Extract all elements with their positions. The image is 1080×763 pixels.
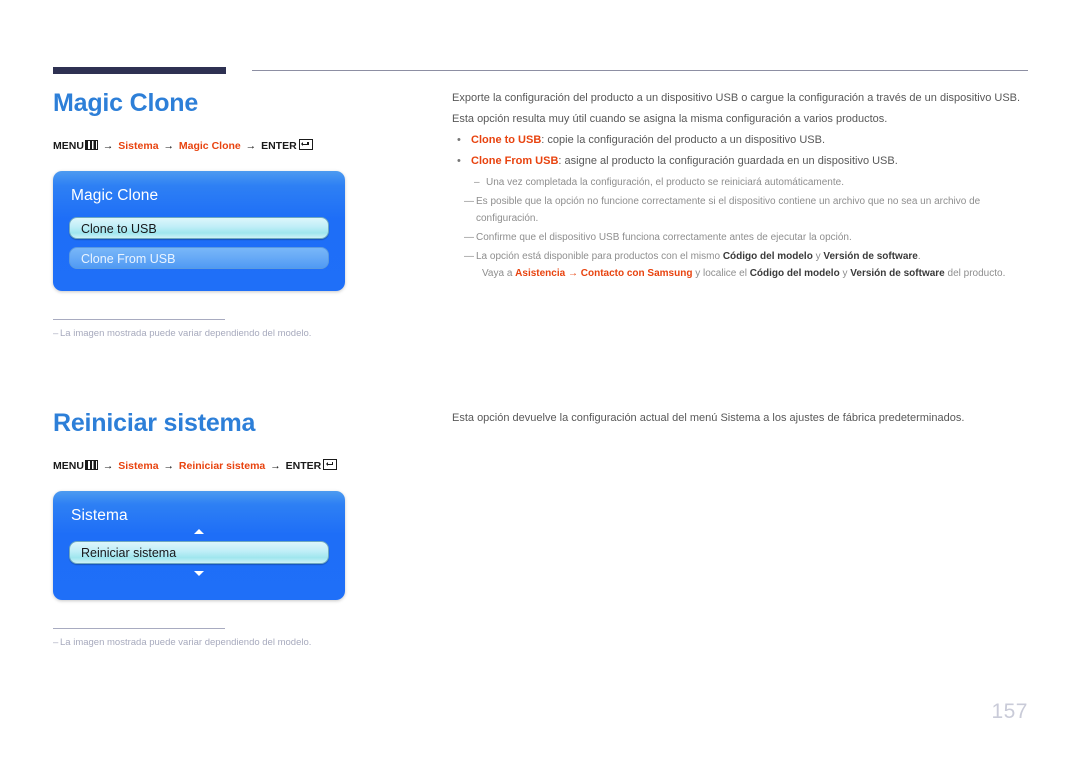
note-line2-d: y localice el [692, 268, 750, 279]
note-term-model-code-2: Código del modelo [749, 268, 840, 279]
bullet-term: Clone From USB [471, 155, 559, 167]
menu-path-reiniciar-sistema: MENU → Sistema → Reiniciar sistema → ENT… [53, 459, 433, 473]
breadcrumb-sistema: Sistema [118, 460, 159, 472]
note-text: La opción está disponible para productos… [476, 248, 1032, 282]
bullet-marker: • [457, 155, 461, 167]
note-line1-a: La opción está disponible para productos… [476, 251, 723, 262]
osd-item-reiniciar-sistema[interactable]: Reiniciar sistema [69, 541, 329, 564]
note-marker: — [464, 232, 474, 243]
note-line2-a: Vaya a [482, 268, 516, 279]
note-text: Confirme que el dispositivo USB funciona… [476, 232, 852, 243]
osd-panel-title: Magic Clone [71, 187, 159, 204]
enter-label: ENTER [261, 140, 297, 152]
osd-panel-title: Sistema [71, 507, 128, 524]
note-term-model-code: Código del modelo [722, 251, 813, 262]
footnote-divider [53, 319, 225, 320]
breadcrumb-magic-clone: Magic Clone [178, 140, 241, 152]
reiniciar-left-column: Reiniciar sistema MENU → Sistema → Reini… [53, 408, 433, 649]
note-term-asistencia: Asistencia [515, 268, 566, 279]
menu-bars-icon [84, 140, 98, 150]
bullet-rest: : asigne al producto la configuración gu… [558, 155, 898, 167]
path-arrow-3: → [245, 140, 257, 152]
note-term-contacto-samsung: Contacto con Samsung [580, 268, 693, 279]
osd-item-clone-from-usb[interactable]: Clone From USB [69, 247, 329, 269]
note-marker: — [464, 251, 474, 262]
header-rule [0, 0, 1080, 80]
enter-return-icon [323, 459, 338, 470]
breadcrumb-sistema: Sistema [118, 140, 159, 152]
menu-label: MENU [53, 460, 84, 472]
note-text: Es posible que la opción no funcione cor… [476, 196, 981, 224]
menu-label: MENU [53, 140, 84, 152]
menu-path-magic-clone: MENU → Sistema → Magic Clone → ENTER [53, 139, 433, 153]
footnote-body: La imagen mostrada puede variar dependie… [60, 637, 312, 648]
page-title-reiniciar-sistema: Reiniciar sistema [53, 409, 256, 437]
note-line2: Vaya a Asistencia → Contacto con Samsung… [476, 265, 1032, 282]
bullet-rest: : copie la configuración del producto a … [541, 134, 826, 146]
scroll-down-arrow-icon[interactable] [194, 571, 204, 576]
footnote-dash: – [53, 328, 59, 339]
page-number: 157 [991, 700, 1028, 723]
bullet-text: Clone From USB: asigne al producto la co… [471, 151, 1032, 172]
path-arrow-3: → [270, 460, 281, 472]
note-term-software-version: Versión de software [823, 251, 918, 262]
magic-clone-right-column: Exporte la configuración del producto a … [452, 88, 1032, 282]
note-term-software-version-2: Versión de software [850, 268, 945, 279]
osd-panel-magic-clone: Magic Clone Clone to USB Clone From USB [53, 171, 345, 291]
magic-clone-left-column: Magic Clone MENU → Sistema → Magic Clone… [53, 88, 433, 340]
scroll-up-arrow-icon[interactable] [194, 529, 204, 534]
osd-item-clone-to-usb[interactable]: Clone to USB [69, 217, 329, 239]
note-confirm-usb: — Confirme que el dispositivo USB funcio… [464, 229, 1032, 246]
note-auto-restart: – Una vez completada la configuración, e… [474, 174, 1032, 191]
bullet-term: Clone to USB [471, 134, 542, 146]
note-line2-h: del producto. [944, 268, 1006, 279]
note-text: Una vez completada la configuración, el … [486, 177, 844, 188]
footnote-block-magic-clone: – La imagen mostrada puede variar dependi… [53, 319, 393, 340]
note-line1-e: . [917, 251, 921, 262]
note-non-config-file: — Es posible que la opción no funcione c… [464, 193, 1032, 227]
header-rule-thin-line [252, 70, 1028, 71]
footnote-divider [53, 628, 225, 629]
header-rule-navy-bar [53, 67, 226, 74]
note-model-code-software-version: — La opción está disponible para product… [464, 248, 1032, 282]
path-arrow-1: → [102, 140, 114, 152]
osd-panel-sistema: Sistema Reiniciar sistema [53, 491, 345, 600]
bullet-marker: • [457, 134, 461, 146]
page-title-magic-clone: Magic Clone [53, 89, 199, 117]
reiniciar-right-column: Esta opción devuelve la configuración ac… [452, 408, 1032, 429]
paragraph-useful-when: Esta opción resulta muy útil cuando se a… [452, 113, 888, 125]
footnote-text-reiniciar: – La imagen mostrada puede variar dependi… [53, 636, 393, 649]
note-line1-c: y [812, 251, 824, 262]
bullet-clone-to-usb: • Clone to USB: copie la configuración d… [452, 130, 1032, 151]
enter-return-icon [298, 139, 313, 150]
footnote-body: La imagen mostrada puede variar dependie… [60, 328, 312, 339]
paragraph-reset-system: Esta opción devuelve la configuración ac… [452, 412, 965, 424]
note-marker: — [464, 196, 474, 207]
path-arrow-2: → [163, 460, 174, 472]
path-arrow-2: → [163, 140, 174, 152]
bullet-text: Clone to USB: copie la configuración del… [471, 130, 1032, 151]
note-marker: – [474, 177, 480, 188]
breadcrumb-reiniciar-sistema: Reiniciar sistema [178, 460, 266, 472]
note-arrow: → [565, 268, 581, 279]
footnote-block-reiniciar: – La imagen mostrada puede variar dependi… [53, 628, 393, 649]
footnote-dash: – [53, 637, 59, 648]
note-line2-f: y [839, 268, 851, 279]
path-arrow-1: → [102, 460, 114, 472]
menu-bars-icon [84, 460, 98, 470]
footnote-text-magic-clone: – La imagen mostrada puede variar dependi… [53, 327, 393, 340]
bullet-clone-from-usb: • Clone From USB: asigne al producto la … [452, 151, 1032, 172]
enter-label: ENTER [285, 460, 322, 472]
paragraph-export-config: Exporte la configuración del producto a … [452, 92, 1021, 104]
